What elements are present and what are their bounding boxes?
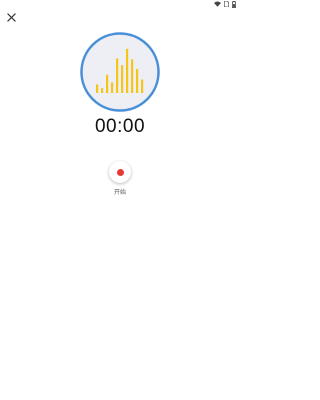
visualizer-bar (116, 58, 119, 93)
visualizer-ring (80, 32, 160, 112)
visualizer-svg (80, 32, 160, 112)
visualizer-bar (141, 79, 144, 93)
record-label: 开始 (113, 189, 126, 196)
visualizer-bar (121, 65, 124, 93)
recorder-screen: 00:00 开始 (0, 0, 240, 400)
visualizer-bar (101, 88, 104, 93)
visualizer-bar (131, 59, 134, 93)
visualizer-bar (106, 74, 109, 93)
visualizer-bar (111, 82, 114, 93)
audio-visualizer (80, 32, 160, 112)
close-button[interactable] (4, 10, 18, 24)
wifi-icon (214, 1, 221, 7)
close-icon (6, 12, 16, 22)
record-icon (116, 168, 124, 176)
visualizer-bar (136, 69, 139, 93)
record-button[interactable] (109, 161, 131, 183)
visualizer-bar (126, 48, 129, 93)
status-bar (214, 0, 236, 8)
battery-icon (232, 0, 236, 8)
sim-icon (224, 1, 229, 7)
recording-timer: 00:00 (94, 116, 146, 137)
visualizer-bar (96, 84, 99, 93)
